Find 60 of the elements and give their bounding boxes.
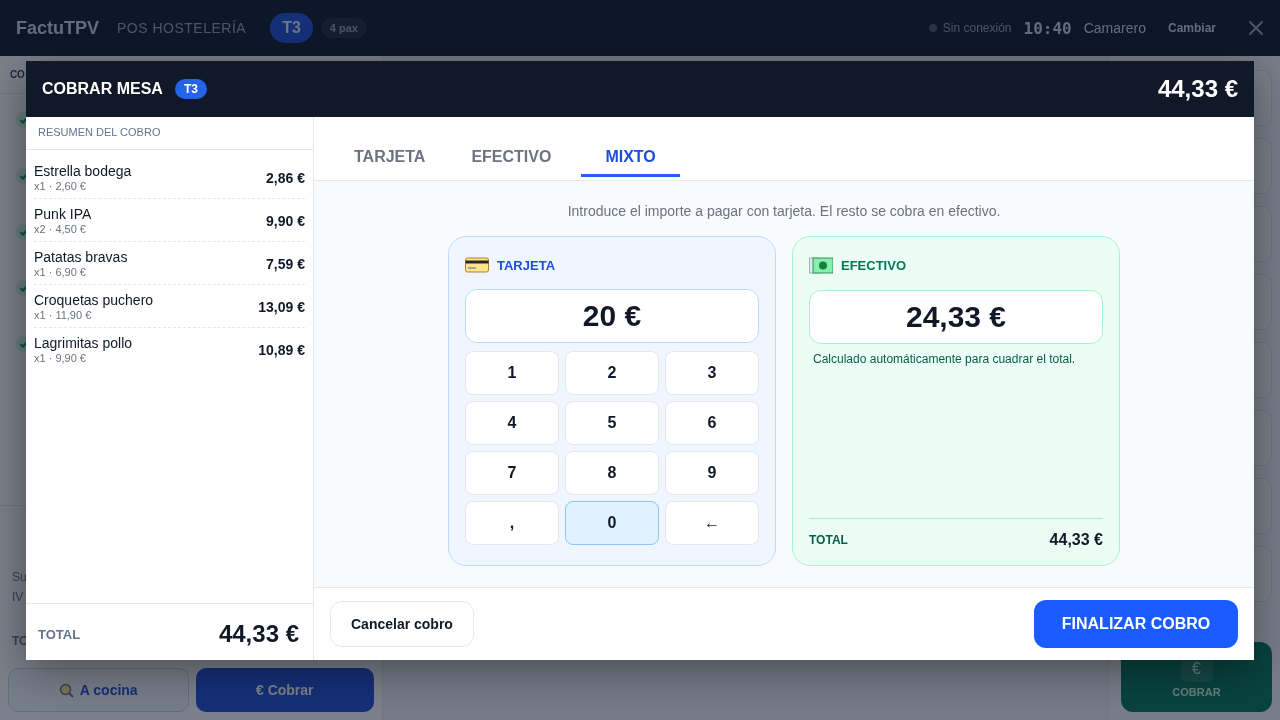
item-amount: 13,09 € — [258, 298, 305, 315]
summary-heading: RESUMEN DEL COBRO — [26, 117, 313, 150]
item-name: Patatas bravas — [34, 249, 128, 265]
totals-label: IV — [12, 590, 25, 604]
item-name: Punk IPA — [34, 206, 92, 222]
helper-text: Calculado automáticamente para cuadrar el total. — [812, 352, 1077, 366]
finalize-button[interactable]: FINALIZAR COBRO — [1034, 600, 1238, 648]
item-name: Lagrimitas pollo — [34, 335, 133, 351]
item-name: Croquetas puchero — [34, 292, 154, 308]
total-label: TOTAL — [809, 533, 848, 547]
total-amount: 44,33 € — [1049, 531, 1103, 549]
keypad-key[interactable]: 0 — [565, 501, 659, 545]
item-amount: 2,86 € — [266, 169, 305, 186]
item-name: Estrella bodega — [34, 163, 132, 179]
keypad-key[interactable]: 9 — [665, 451, 759, 495]
keypad-key[interactable]: 6 — [665, 401, 759, 445]
table-badge: T3 — [270, 13, 313, 43]
connection-status: Sin conexión — [942, 21, 1012, 35]
keypad-key[interactable]: 1 — [465, 351, 559, 395]
total-amount: 44,33 € — [218, 620, 299, 648]
item-amount: 7,59 € — [266, 255, 305, 272]
guests-badge: 4 pax — [320, 18, 367, 38]
dialog-title: COBRAR MESA — [42, 80, 163, 98]
instruction-text: Introduce el importe a pagar con tarjeta. El resto se cobra en efectivo. — [567, 203, 1001, 219]
total-amount: 44,33 € — [1157, 75, 1238, 103]
clock-time: 10:40 — [1023, 18, 1072, 38]
payment-tab[interactable]: TARJETA — [338, 117, 442, 177]
keypad-key[interactable]: 4 — [465, 401, 559, 445]
item-detail: x1 · 11,90 € — [34, 309, 93, 321]
app-subtitle: POS HOSTELERÍA — [117, 20, 247, 36]
panel-title: TARJETA — [497, 257, 556, 273]
user-name: Camarero — [1083, 20, 1146, 36]
panel-title: EFECTIVO — [841, 258, 906, 273]
item-detail: x1 · 9,90 € — [34, 352, 87, 364]
panel-header: CO — [10, 69, 25, 80]
keypad-key[interactable]: 8 — [565, 451, 659, 495]
item-amount: 9,90 € — [266, 212, 305, 229]
keypad-key[interactable]: 7 — [465, 451, 559, 495]
cancel-button[interactable]: Cancelar cobro — [330, 601, 474, 647]
keypad-key[interactable]: 5 — [565, 401, 659, 445]
payment-tab[interactable]: EFECTIVO — [455, 117, 568, 177]
amount-field[interactable]: 20 € — [465, 289, 759, 343]
total-label: TOTAL — [38, 626, 81, 642]
payment-tab[interactable]: MIXTO — [581, 117, 680, 177]
item-amount: 10,89 € — [258, 341, 305, 358]
amount-field: 24,33 € — [809, 290, 1103, 344]
item-detail: x1 · 6,90 € — [34, 266, 87, 278]
banknote-icon — [809, 257, 833, 274]
item-detail: x1 · 2,60 € — [34, 180, 87, 192]
item-detail: x2 · 4,50 € — [34, 223, 87, 235]
keypad-key[interactable]: 2 — [565, 351, 659, 395]
totals-label: Su — [12, 570, 28, 584]
search-icon — [58, 682, 74, 698]
keypad-key[interactable]: 3 — [665, 351, 759, 395]
table-badge: T3 — [174, 79, 207, 99]
credit-card-icon — [465, 257, 489, 273]
keypad-key[interactable]: , — [465, 501, 559, 545]
brand-name: FactuTPV — [16, 17, 99, 39]
close-icon[interactable] — [1248, 20, 1264, 36]
keypad-key[interactable]: ← — [665, 501, 759, 545]
